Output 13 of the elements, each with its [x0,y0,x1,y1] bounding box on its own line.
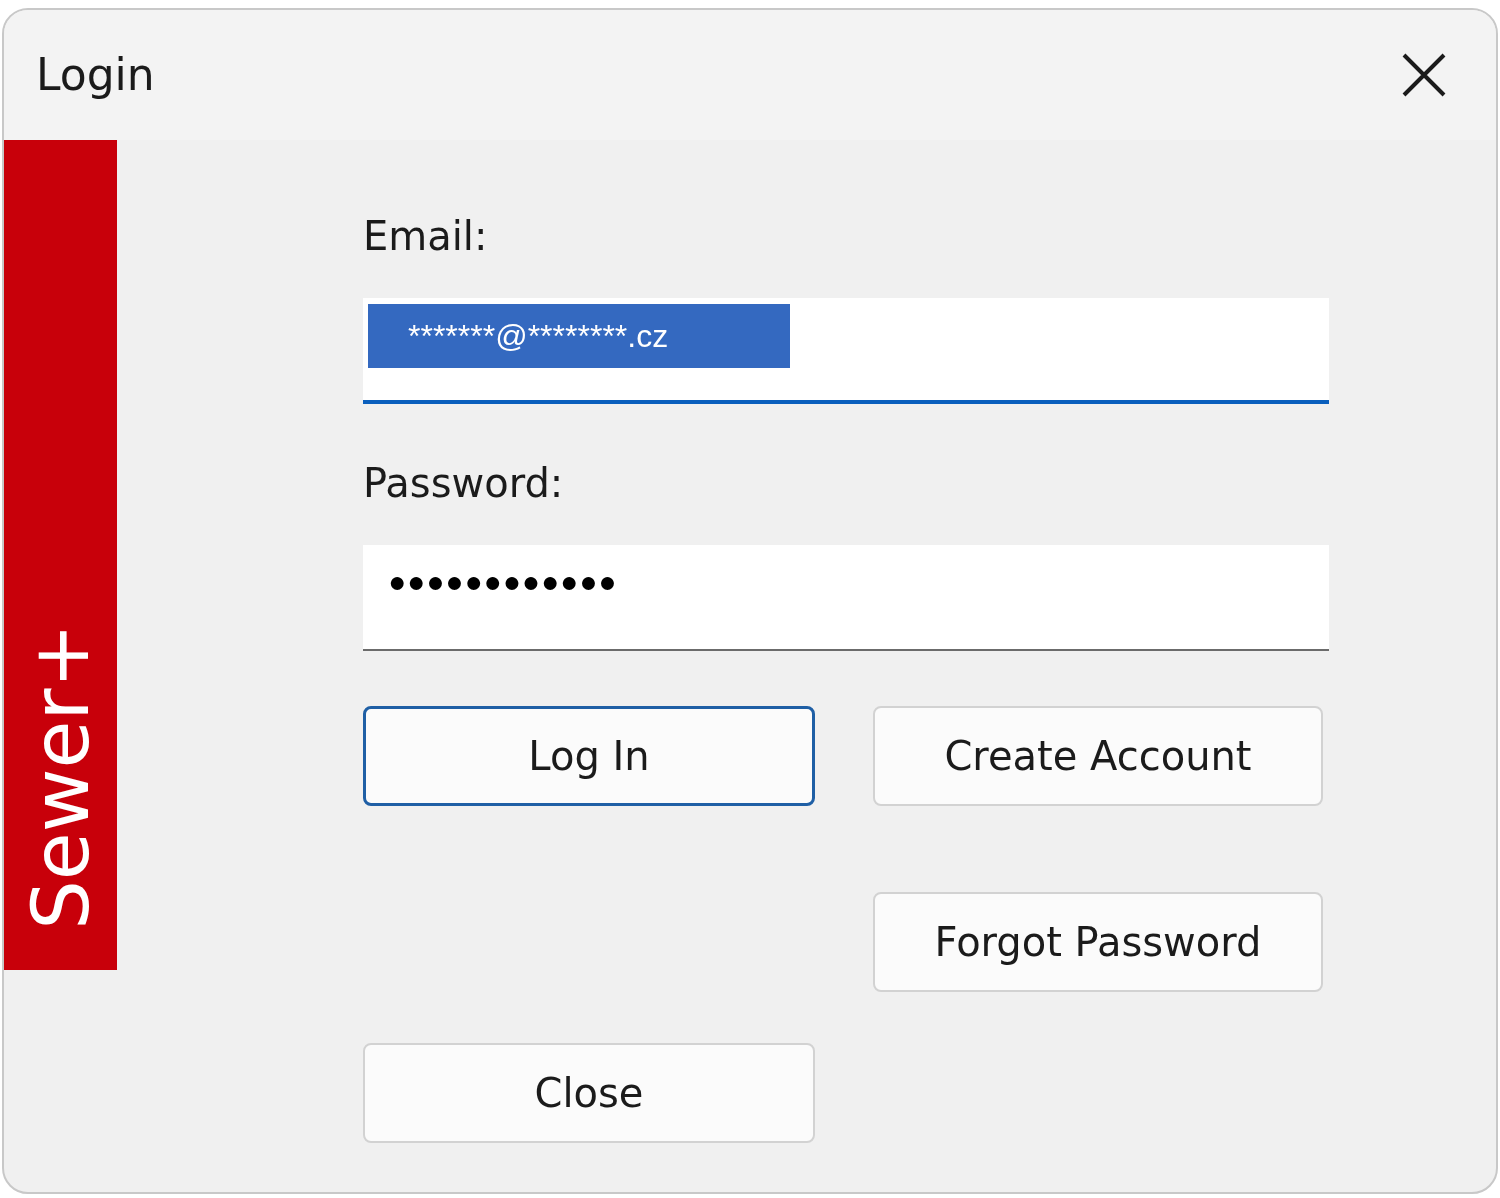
email-field[interactable]: *******@********.cz [363,298,1329,404]
field-value: ●●●●●●●●●●●● [387,564,619,600]
close-icon[interactable] [1402,53,1446,97]
field-label: Password: [363,459,565,507]
window-title: Login [36,48,155,102]
field-label: Email: [363,212,489,260]
dialog-button[interactable]: Forgot Password [873,892,1323,992]
dialog-button[interactable]: Log In [363,706,815,806]
dialog-button[interactable]: Create Account [873,706,1323,806]
dialog-button[interactable]: Close [363,1043,815,1143]
password-field[interactable]: ●●●●●●●●●●●● [363,545,1329,651]
brand-logo-text: Sewer+ [21,623,100,930]
field-value: *******@********.cz [368,304,791,368]
